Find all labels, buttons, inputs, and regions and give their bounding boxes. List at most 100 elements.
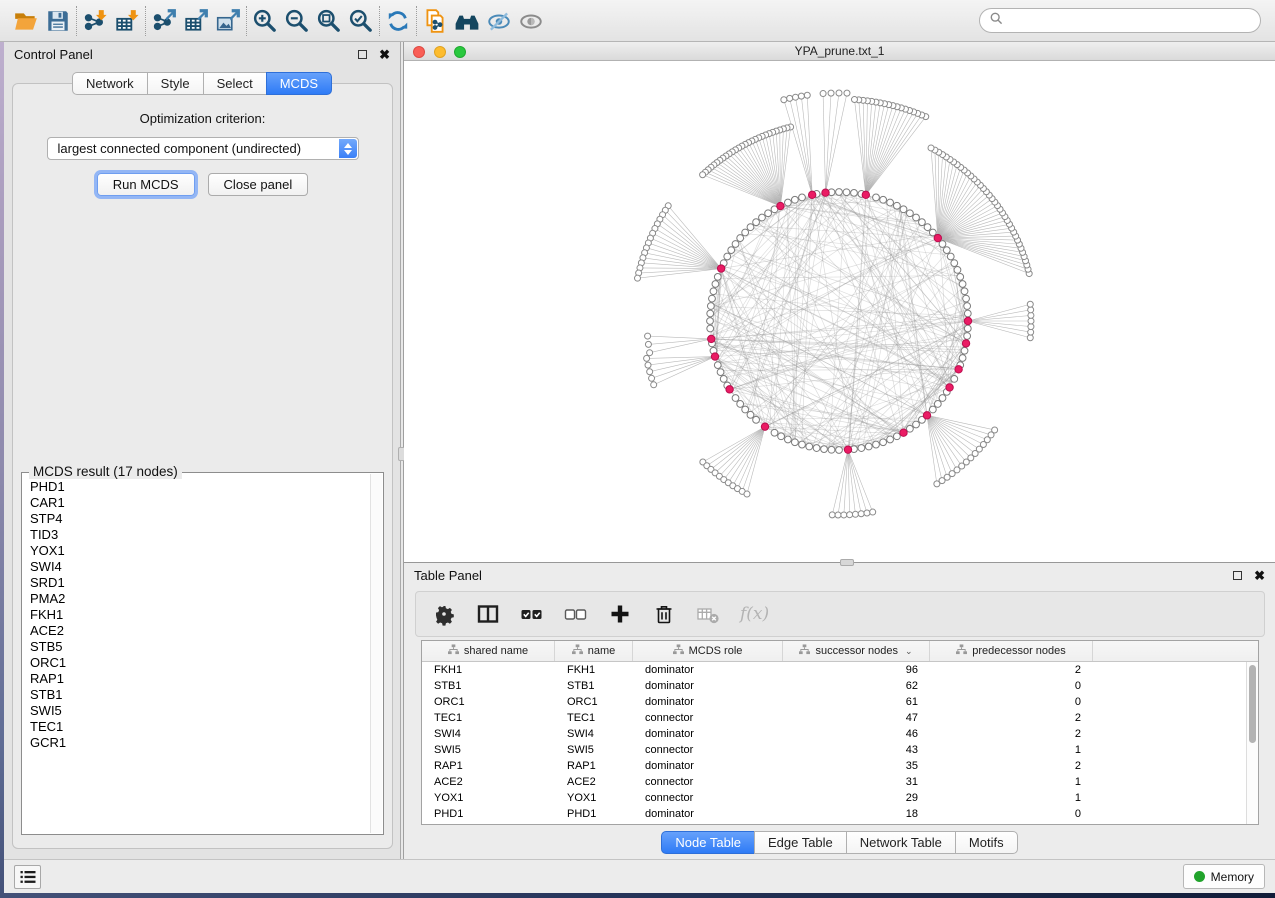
leaf-node[interactable] (644, 355, 650, 361)
leaf-node[interactable] (992, 427, 998, 433)
table-row[interactable]: SWI5SWI5connector431 (422, 742, 1258, 758)
leaf-node[interactable] (1027, 301, 1033, 307)
mcds-result-item[interactable]: SWI5 (24, 703, 369, 719)
mcds-node[interactable] (862, 191, 869, 198)
network-node[interactable] (929, 406, 936, 413)
table-row[interactable]: FKH1FKH1dominator962 (422, 662, 1258, 678)
close-panel-icon[interactable]: ✖ (379, 48, 390, 61)
refresh-layout-icon[interactable] (382, 5, 414, 37)
network-node[interactable] (799, 441, 806, 448)
mcds-node[interactable] (711, 353, 718, 360)
network-node[interactable] (959, 281, 966, 288)
network-node[interactable] (865, 443, 872, 450)
network-node[interactable] (951, 260, 958, 267)
float-table-panel-icon[interactable] (1233, 571, 1242, 580)
network-node[interactable] (728, 247, 735, 254)
network-node[interactable] (906, 210, 913, 217)
mcds-node[interactable] (808, 191, 815, 198)
table-row[interactable]: RAP1RAP1dominator352 (422, 758, 1258, 774)
mcds-result-item[interactable]: FKH1 (24, 607, 369, 623)
network-node[interactable] (964, 303, 971, 310)
network-node[interactable] (964, 310, 971, 317)
network-node[interactable] (710, 288, 717, 295)
network-node[interactable] (947, 253, 954, 260)
search-input[interactable] (1009, 14, 1250, 28)
network-node[interactable] (759, 214, 766, 221)
mcds-result-item[interactable]: RAP1 (24, 671, 369, 687)
network-node[interactable] (887, 199, 894, 206)
memory-button[interactable]: Memory (1183, 864, 1265, 889)
mcds-list-scrollbar[interactable] (370, 474, 382, 833)
leaf-node[interactable] (820, 91, 826, 97)
network-node[interactable] (906, 425, 913, 432)
network-node[interactable] (964, 325, 971, 332)
mcds-result-item[interactable]: YOX1 (24, 543, 369, 559)
leaf-node[interactable] (798, 93, 804, 99)
network-node[interactable] (806, 443, 813, 450)
leaf-node[interactable] (645, 341, 651, 347)
zoom-selected-icon[interactable] (345, 5, 377, 37)
network-node[interactable] (873, 194, 880, 201)
horizontal-splitter-grip[interactable] (840, 559, 854, 566)
network-node[interactable] (732, 395, 739, 402)
mcds-result-list[interactable]: PHD1CAR1STP4TID3YOX1SWI4SRD1PMA2FKH1ACE2… (24, 475, 369, 832)
mcds-result-item[interactable]: PMA2 (24, 591, 369, 607)
table-row[interactable]: YOX1YOX1connector291 (422, 790, 1258, 806)
network-node[interactable] (707, 310, 714, 317)
delete-column-icon[interactable] (652, 599, 676, 629)
network-node[interactable] (943, 247, 950, 254)
network-node[interactable] (880, 196, 887, 203)
network-node[interactable] (961, 288, 968, 295)
network-node[interactable] (712, 281, 719, 288)
leaf-node[interactable] (864, 510, 870, 516)
leaf-node[interactable] (649, 375, 655, 381)
tab-node-table[interactable]: Node Table (661, 831, 754, 854)
import-table-icon[interactable] (111, 5, 143, 37)
network-node[interactable] (707, 318, 714, 325)
mcds-node[interactable] (822, 189, 829, 196)
tab-edge-table[interactable]: Edge Table (754, 831, 846, 854)
network-node[interactable] (934, 401, 941, 408)
leaf-node[interactable] (870, 509, 876, 515)
tab-network-table[interactable]: Network Table (846, 831, 955, 854)
network-node[interactable] (765, 210, 772, 217)
mcds-node[interactable] (844, 446, 851, 453)
close-panel-button[interactable]: Close panel (208, 173, 309, 196)
mcds-result-item[interactable]: ACE2 (24, 623, 369, 639)
leaf-node[interactable] (828, 90, 834, 96)
export-network-icon[interactable] (148, 5, 180, 37)
network-node[interactable] (851, 189, 858, 196)
network-node[interactable] (737, 401, 744, 408)
leaf-node[interactable] (645, 333, 651, 339)
leaf-node[interactable] (852, 511, 858, 517)
network-node[interactable] (919, 219, 926, 226)
mcds-node[interactable] (708, 335, 715, 342)
network-node[interactable] (771, 429, 778, 436)
network-node[interactable] (799, 194, 806, 201)
network-node[interactable] (720, 375, 727, 382)
network-node[interactable] (813, 445, 820, 452)
mcds-result-item[interactable]: SWI4 (24, 559, 369, 575)
tab-mcds[interactable]: MCDS (266, 72, 332, 95)
network-node[interactable] (737, 235, 744, 242)
network-node[interactable] (957, 273, 964, 280)
mcds-result-item[interactable]: CAR1 (24, 495, 369, 511)
mcds-node[interactable] (955, 366, 962, 373)
optimization-select[interactable]: largest connected component (undirected) (47, 137, 359, 160)
mcds-node[interactable] (761, 423, 768, 430)
leaf-node[interactable] (781, 97, 787, 103)
show-column-panel-icon[interactable] (476, 599, 500, 629)
leaf-node[interactable] (804, 92, 810, 98)
leaf-node[interactable] (651, 382, 657, 388)
network-node[interactable] (951, 375, 958, 382)
float-window-icon[interactable] (358, 50, 367, 59)
leaf-node[interactable] (836, 90, 842, 96)
show-all-icon[interactable] (515, 5, 547, 37)
leaf-node[interactable] (847, 512, 853, 518)
leaf-node[interactable] (744, 491, 750, 497)
import-network-icon[interactable] (79, 5, 111, 37)
network-node[interactable] (717, 369, 724, 376)
mcds-result-item[interactable]: TID3 (24, 527, 369, 543)
network-node[interactable] (747, 224, 754, 231)
network-node[interactable] (785, 436, 792, 443)
